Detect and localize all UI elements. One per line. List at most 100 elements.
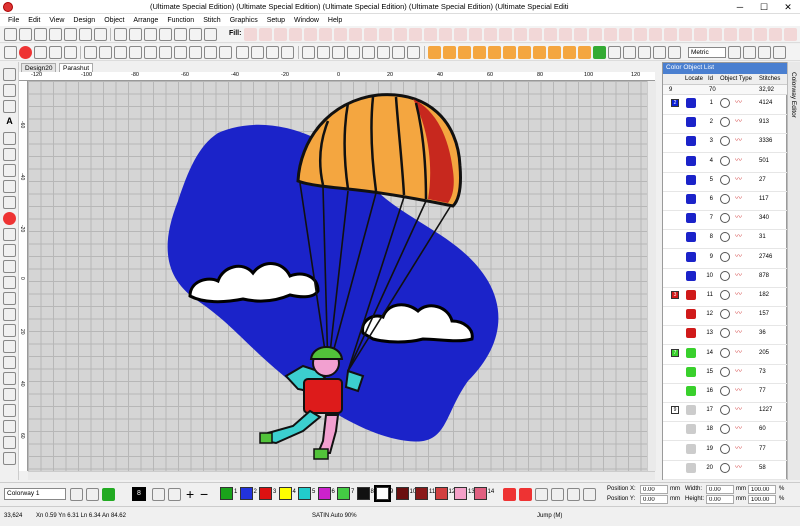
palette-swatch[interactable]	[337, 487, 350, 500]
stitch-effect-6-icon[interactable]	[583, 488, 596, 501]
fill-carve-icon[interactable]	[499, 28, 512, 41]
fill-shape-icon[interactable]	[484, 28, 497, 41]
fill-motif-icon[interactable]	[334, 28, 347, 41]
record-icon[interactable]	[3, 212, 16, 225]
fill-step-icon[interactable]	[634, 28, 647, 41]
stitch-type-3-icon[interactable]	[458, 46, 471, 59]
stitch-type-10-icon[interactable]	[563, 46, 576, 59]
scale-width-field[interactable]	[748, 485, 776, 494]
fill-wave5-icon[interactable]	[724, 28, 737, 41]
maximize-icon[interactable]: ☐	[752, 0, 776, 14]
palette-swatch[interactable]	[415, 487, 428, 500]
ellipse-tool-icon[interactable]	[3, 196, 16, 209]
object-row[interactable]: 20 〰 58	[663, 461, 788, 480]
distribute-icon[interactable]	[189, 28, 202, 41]
history-icon[interactable]	[266, 46, 279, 59]
vector-icon[interactable]	[49, 46, 62, 59]
view-2-icon[interactable]	[623, 46, 636, 59]
transform-icon[interactable]	[114, 28, 127, 41]
rect-tool-icon[interactable]	[3, 180, 16, 193]
fill-wave3-icon[interactable]	[619, 28, 632, 41]
palette-swatch[interactable]	[259, 487, 272, 500]
stitch-effect-3-icon[interactable]	[535, 488, 548, 501]
fill-dot-icon[interactable]	[694, 28, 707, 41]
fill-wave8-icon[interactable]	[769, 28, 782, 41]
measure-icon[interactable]	[407, 46, 420, 59]
wizard-icon[interactable]	[4, 46, 17, 59]
object-row[interactable]: 5 〰 27	[663, 173, 788, 192]
menu-file[interactable]: File	[8, 17, 19, 24]
cut-icon[interactable]	[159, 46, 172, 59]
photo-icon[interactable]	[34, 46, 47, 59]
palette-swatch[interactable]	[473, 487, 487, 500]
object-type-header[interactable]: Object Type	[720, 76, 752, 82]
open-file-icon[interactable]	[99, 46, 112, 59]
select-icon[interactable]	[4, 28, 17, 41]
fill-zigzag-icon[interactable]	[274, 28, 287, 41]
stitch-type-4-icon[interactable]	[473, 46, 486, 59]
fill-arc-icon[interactable]	[589, 28, 602, 41]
reshape-tool-icon[interactable]	[3, 84, 16, 97]
menu-graphics[interactable]: Graphics	[230, 17, 258, 24]
fill-zz-icon[interactable]	[649, 28, 662, 41]
ruler-icon[interactable]	[392, 46, 405, 59]
monogram-icon[interactable]	[3, 132, 16, 145]
width-field[interactable]	[706, 485, 734, 494]
backstitch-icon[interactable]	[3, 292, 16, 305]
paste-icon[interactable]	[159, 28, 172, 41]
line-icon[interactable]	[79, 28, 92, 41]
design-canvas[interactable]	[28, 81, 655, 471]
fill-wave4-icon[interactable]	[709, 28, 722, 41]
stitch-type-6-icon[interactable]	[503, 46, 516, 59]
palette-swatch[interactable]	[454, 487, 467, 500]
palette-swatch[interactable]	[239, 487, 253, 500]
hole-icon[interactable]	[3, 356, 16, 369]
fill-hatch-icon[interactable]	[544, 28, 557, 41]
zoom-fit-icon[interactable]	[347, 46, 360, 59]
grid-icon[interactable]	[362, 46, 375, 59]
menu-object[interactable]: Object	[104, 17, 124, 24]
weld-icon[interactable]	[3, 388, 16, 401]
fill-stipple-icon[interactable]	[454, 28, 467, 41]
palette-swatch[interactable]	[374, 485, 391, 502]
delete-icon[interactable]	[204, 46, 217, 59]
pointer-icon[interactable]	[3, 68, 16, 81]
fill-zig2-icon[interactable]	[604, 28, 617, 41]
branch-icon[interactable]	[3, 372, 16, 385]
color-group-swatch[interactable]: 9	[671, 406, 679, 415]
view-4-icon[interactable]	[653, 46, 666, 59]
object-row[interactable]: 10 〰 878	[663, 269, 788, 288]
fill-cross-icon[interactable]	[319, 28, 332, 41]
colorway-prev-icon[interactable]	[70, 488, 83, 501]
fill-effect-icon[interactable]	[514, 28, 527, 41]
view-5-icon[interactable]	[668, 46, 681, 59]
options-icon[interactable]	[758, 46, 771, 59]
palette-swatch[interactable]	[317, 487, 331, 500]
locate-header[interactable]: Locate	[685, 76, 703, 82]
complex-fill-icon[interactable]	[3, 340, 16, 353]
paste2-icon[interactable]	[189, 46, 202, 59]
zoom-box-icon[interactable]	[332, 46, 345, 59]
export-icon[interactable]	[144, 46, 157, 59]
object-row[interactable]: 13 〰 36	[663, 326, 788, 346]
id-header[interactable]: Id	[708, 76, 713, 82]
menu-arrange[interactable]: Arrange	[133, 17, 158, 24]
color-group-swatch[interactable]: 2	[671, 99, 679, 107]
palette-swatch[interactable]	[434, 487, 448, 500]
stitch-effect-5-icon[interactable]	[567, 488, 580, 501]
fill-net-icon[interactable]	[349, 28, 362, 41]
triple-run-icon[interactable]	[3, 276, 16, 289]
stemstitch-icon[interactable]	[3, 308, 16, 321]
duplicate-icon[interactable]	[219, 46, 232, 59]
text-icon[interactable]: A	[3, 116, 16, 129]
palette-swatch[interactable]	[356, 487, 370, 500]
object-row[interactable]: 16 〰 77	[663, 384, 788, 403]
new-file-icon[interactable]	[84, 46, 97, 59]
stitch-type-1-icon[interactable]	[428, 46, 441, 59]
fill-cross2-icon[interactable]	[574, 28, 587, 41]
fill-bucket-icon[interactable]	[168, 488, 181, 501]
outline-icon[interactable]	[3, 404, 16, 417]
group-icon[interactable]	[204, 28, 217, 41]
minimize-icon[interactable]: ─	[728, 0, 752, 14]
remove-color-icon[interactable]: −	[200, 486, 208, 502]
